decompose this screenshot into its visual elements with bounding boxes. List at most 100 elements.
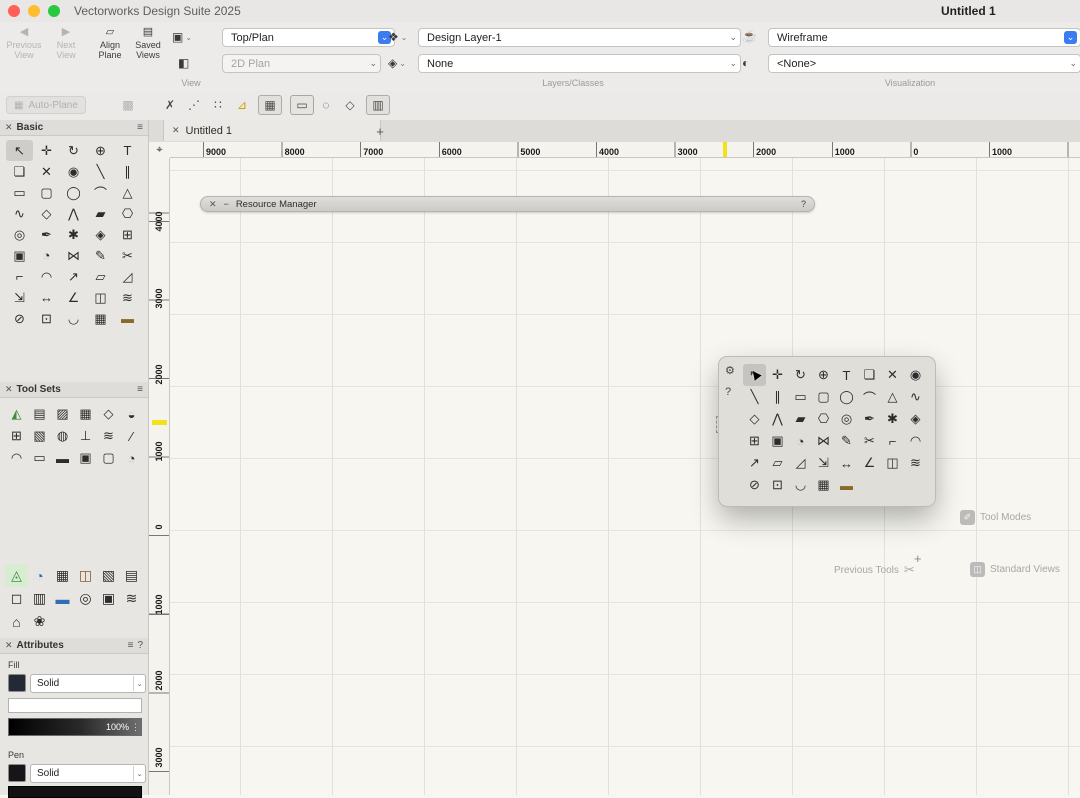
callout-tool[interactable]: ❏: [6, 161, 33, 182]
zoom-window-button[interactable]: [48, 5, 60, 17]
zoom-tool[interactable]: ⊕: [812, 364, 835, 386]
arc-tool[interactable]: ⌒: [858, 386, 881, 408]
attribute-brush-tool[interactable]: ▬: [114, 308, 141, 329]
favorite-ruler-icon[interactable]: ▬: [51, 587, 74, 610]
symbol-insertion-tool[interactable]: ⊞: [743, 430, 766, 452]
favorite-stairs-icon[interactable]: ≋: [120, 587, 143, 610]
rotate-tool[interactable]: ◔: [33, 245, 60, 266]
flyover-tool[interactable]: ↻: [60, 140, 87, 161]
line-tool[interactable]: ╲: [743, 386, 766, 408]
close-window-button[interactable]: [8, 5, 20, 17]
toolset-curve-icon[interactable]: ◠: [5, 447, 28, 469]
offset-tool[interactable]: ↗: [60, 266, 87, 287]
toolset-landscape-icon[interactable]: ◭: [5, 403, 28, 425]
line-tool[interactable]: ╲: [87, 161, 114, 182]
toolset-ramp-icon[interactable]: ∕: [120, 425, 143, 447]
chamfer-tool[interactable]: ◠: [33, 266, 60, 287]
dimension-tool[interactable]: ↔: [33, 287, 60, 308]
design-layer-dropdown[interactable]: Design Layer-1 ⌄: [418, 28, 741, 47]
trim-tool[interactable]: ✂: [114, 245, 141, 266]
toolset-slabs-icon[interactable]: ▦: [74, 403, 97, 425]
callout-tool[interactable]: ❏: [858, 364, 881, 386]
shear-tool[interactable]: ▱: [766, 452, 789, 474]
point-tool[interactable]: ⊡: [33, 308, 60, 329]
document-tab[interactable]: ✕ Untitled 1: [163, 120, 381, 141]
favorite-floor-icon[interactable]: ▥: [28, 587, 51, 610]
split-tool[interactable]: ◿: [789, 452, 812, 474]
spiral-tool[interactable]: ◎: [6, 224, 33, 245]
pan-tool[interactable]: ✛: [766, 364, 789, 386]
flyover-tool[interactable]: ↻: [789, 364, 812, 386]
dimension-tool[interactable]: ↔: [835, 452, 858, 474]
menu-icon[interactable]: ≡: [137, 384, 143, 395]
fillet-tool[interactable]: ⌐: [6, 266, 33, 287]
polyline-tool[interactable]: ⋀: [60, 203, 87, 224]
trim-tool[interactable]: ✂: [858, 430, 881, 452]
working-plane-button[interactable]: ▩: [116, 95, 140, 115]
polygon-tool[interactable]: ◇: [33, 203, 60, 224]
render-settings-button[interactable]: ◧: [178, 56, 189, 70]
previous-view-button[interactable]: ◀ Previous View: [4, 26, 44, 60]
clip-tool[interactable]: ▣: [6, 245, 33, 266]
stake-tool[interactable]: ✱: [60, 224, 87, 245]
regular-polygon-tool[interactable]: △: [881, 386, 904, 408]
class-options-button[interactable]: ◈ ⌄: [388, 56, 406, 70]
favorite-wall-icon[interactable]: ▤: [120, 564, 143, 587]
frame-tool[interactable]: ◫: [881, 452, 904, 474]
rounded-rectangle-tool[interactable]: ▢: [33, 182, 60, 203]
saved-views-button[interactable]: ▤ Saved Views: [128, 26, 168, 60]
gear-icon[interactable]: ⚙: [725, 364, 735, 377]
close-icon[interactable]: ✕: [5, 384, 13, 395]
toolset-detail-icon[interactable]: ◔: [120, 447, 143, 469]
render-mode-dropdown[interactable]: Wireframe ⌄: [768, 28, 1080, 47]
favorite-door-icon[interactable]: ⌂: [5, 610, 28, 633]
angle-dimension-tool[interactable]: ∠: [60, 287, 87, 308]
favorite-round-icon[interactable]: ◎: [74, 587, 97, 610]
lasso-marquee-icon[interactable]: ◌: [314, 95, 338, 115]
select-similar-tool[interactable]: ◈: [87, 224, 114, 245]
hexagon-tool[interactable]: ⎔: [114, 203, 141, 224]
fill-attribute-swatch[interactable]: [8, 674, 26, 692]
toolset-hatch-icon[interactable]: ▧: [28, 425, 51, 447]
plan-mode-dropdown[interactable]: 2D Plan ⌄: [222, 54, 381, 73]
toolset-framing-icon[interactable]: ▣: [74, 447, 97, 469]
symbol-insertion-tool[interactable]: ⊞: [114, 224, 141, 245]
new-tab-button[interactable]: +: [371, 123, 389, 139]
drawing-canvas[interactable]: ✕ − Resource Manager ? ⚙ ? ↖✛↻⊕T❏✕◉╲∥▭▢◯…: [170, 158, 1080, 795]
fill-color-bar[interactable]: [8, 698, 142, 713]
view-bar-options-button[interactable]: ▣ ⌄: [172, 30, 192, 44]
menu-icon[interactable]: ≡: [137, 122, 143, 133]
mirror-tool[interactable]: ⋈: [60, 245, 87, 266]
polyline-tool[interactable]: ⋀: [766, 408, 789, 430]
chamfer-tool[interactable]: ◠: [904, 430, 927, 452]
point-tool[interactable]: ⊡: [766, 474, 789, 496]
toolset-windows-icon[interactable]: ⊞: [5, 425, 28, 447]
favorite-plant-icon[interactable]: ❀: [28, 610, 51, 633]
arc-tool[interactable]: ⌒: [87, 182, 114, 203]
visibility-tool[interactable]: ◉: [60, 161, 87, 182]
grid-tool[interactable]: ▦: [87, 308, 114, 329]
mirror-tool[interactable]: ⋈: [812, 430, 835, 452]
view-mode-dropdown[interactable]: Top/Plan ⌄: [222, 28, 395, 47]
ruler-origin-button[interactable]: ⌖: [149, 142, 171, 159]
frame-tool[interactable]: ◫: [87, 287, 114, 308]
help-icon[interactable]: ?: [801, 199, 806, 209]
minimize-window-button[interactable]: [28, 5, 40, 17]
angle-dimension-tool[interactable]: ∠: [858, 452, 881, 474]
fillet-tool[interactable]: ⌐: [881, 430, 904, 452]
pen-color-bar[interactable]: [8, 786, 142, 798]
surface-tool[interactable]: ▰: [87, 203, 114, 224]
smart-points-button[interactable]: ▦: [258, 95, 282, 115]
select-similar-tool[interactable]: ◈: [904, 408, 927, 430]
polygon-tool[interactable]: ◇: [743, 408, 766, 430]
rectangle-tool[interactable]: ▭: [6, 182, 33, 203]
render-mode-button[interactable]: ☕: [742, 29, 757, 43]
oval-tool[interactable]: ◯: [60, 182, 87, 203]
spiral-tool[interactable]: ◎: [835, 408, 858, 430]
help-icon[interactable]: ?: [137, 640, 143, 651]
favorite-table-icon[interactable]: ▦: [51, 564, 74, 587]
fill-style-dropdown[interactable]: Solid ⌄: [30, 674, 146, 693]
eyedropper-tool[interactable]: ✒: [33, 224, 60, 245]
visibility-tool[interactable]: ◉: [904, 364, 927, 386]
attribute-brush-tool[interactable]: ▬: [835, 474, 858, 496]
